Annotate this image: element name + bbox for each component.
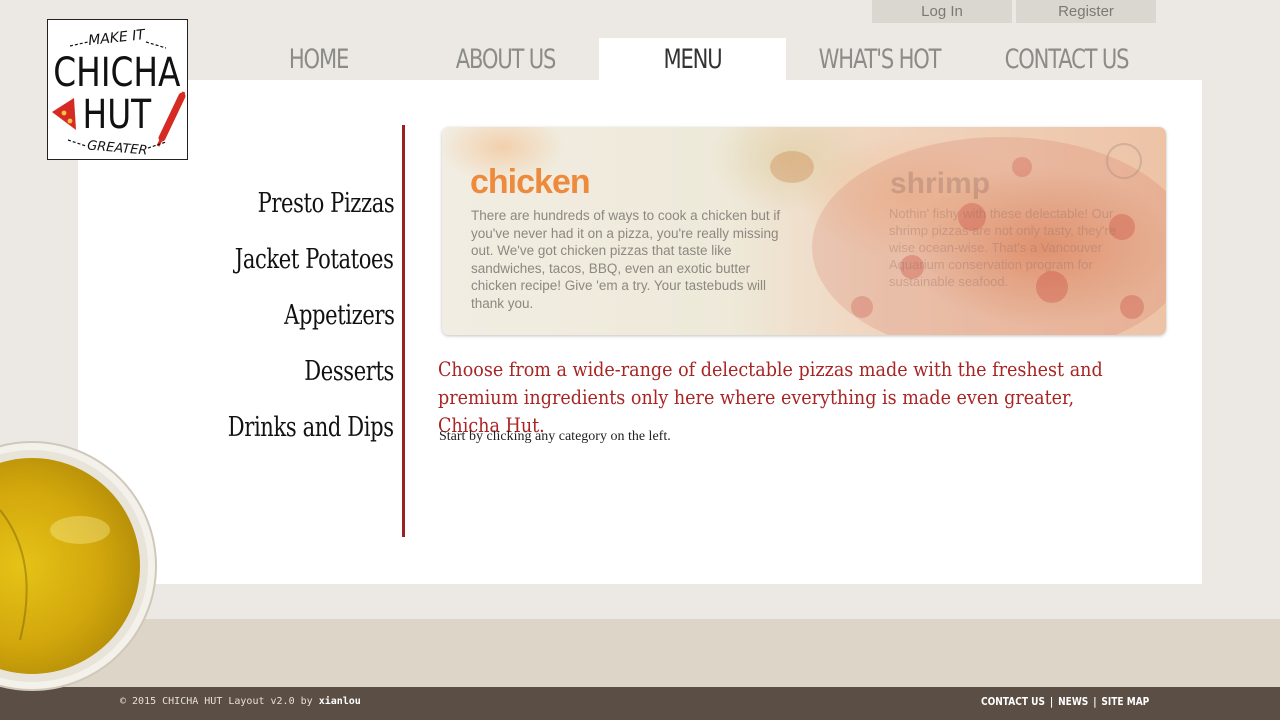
- category-drinks-and-dips[interactable]: Drinks and Dips: [228, 412, 394, 443]
- banner-next-title: shrimp: [890, 167, 991, 200]
- main-nav: HOME ABOUT US MENU WHAT'S HOT CONTACT US: [225, 38, 1160, 80]
- copyright-prefix: © 2015 CHICHA HUT Layout v2.0 by: [120, 696, 319, 707]
- footer-link-site-map[interactable]: SITE MAP: [1101, 695, 1149, 708]
- logo-greater: GREATER: [87, 138, 149, 158]
- register-button[interactable]: Register: [1016, 0, 1156, 23]
- olive-oil-bowl-image: [0, 441, 157, 691]
- footer-separator: |: [1049, 695, 1053, 708]
- nav-tab-whats-hot[interactable]: WHAT'S HOT: [786, 38, 973, 80]
- nav-label: HOME: [288, 44, 349, 75]
- banner-description: There are hundreds of ways to cook a chi…: [471, 208, 781, 311]
- footer-links: CONTACT US | NEWS | SITE MAP: [981, 695, 1149, 708]
- category-desserts[interactable]: Desserts: [304, 356, 394, 387]
- category-jacket-potatoes[interactable]: Jacket Potatoes: [235, 244, 394, 275]
- menu-hint: Start by clicking any category on the le…: [439, 429, 671, 444]
- nav-label: MENU: [663, 44, 723, 75]
- footer-band: [0, 619, 1280, 687]
- nav-label: CONTACT US: [1004, 44, 1130, 75]
- nav-tab-contact-us[interactable]: CONTACT US: [973, 38, 1160, 80]
- copyright-author: xianlou: [318, 696, 361, 707]
- nav-label: ABOUT US: [455, 44, 557, 75]
- nav-tab-about-us[interactable]: ABOUT US: [412, 38, 599, 80]
- category-appetizers[interactable]: Appetizers: [284, 300, 395, 331]
- pizza-slice-icon: [52, 98, 76, 130]
- nav-label: WHAT'S HOT: [818, 44, 942, 75]
- category-presto-pizzas[interactable]: Presto Pizzas: [257, 188, 394, 219]
- logo-graphic: MAKE IT CHICHA HUT GREATER: [52, 27, 186, 159]
- logo-make-it: MAKE IT: [87, 27, 147, 49]
- featured-banner[interactable]: chicken There are hundreds of ways to co…: [442, 127, 1166, 335]
- banner-next-description: Nothin' fishy with these delectable! Our…: [889, 206, 1116, 289]
- logo-chicha: CHICHA: [53, 49, 180, 96]
- logo-hut: HUT: [83, 91, 152, 138]
- footer-link-news[interactable]: NEWS: [1058, 695, 1088, 708]
- banner-title: chicken: [470, 163, 591, 201]
- nav-tab-home[interactable]: HOME: [225, 38, 412, 80]
- sidebar-divider: [402, 125, 405, 537]
- rolling-pin-icon: [156, 91, 186, 147]
- footer-link-contact-us[interactable]: CONTACT US: [981, 695, 1045, 708]
- copyright-text: © 2015 CHICHA HUT Layout v2.0 by xianlou: [120, 696, 361, 707]
- footer-separator: |: [1092, 695, 1097, 708]
- login-button[interactable]: Log In: [872, 0, 1012, 23]
- menu-headline: Choose from a wide-range of delectable p…: [438, 358, 1103, 437]
- chicha-hut-logo[interactable]: MAKE IT CHICHA HUT GREATER: [47, 19, 188, 160]
- nav-tab-menu[interactable]: MENU: [599, 38, 786, 80]
